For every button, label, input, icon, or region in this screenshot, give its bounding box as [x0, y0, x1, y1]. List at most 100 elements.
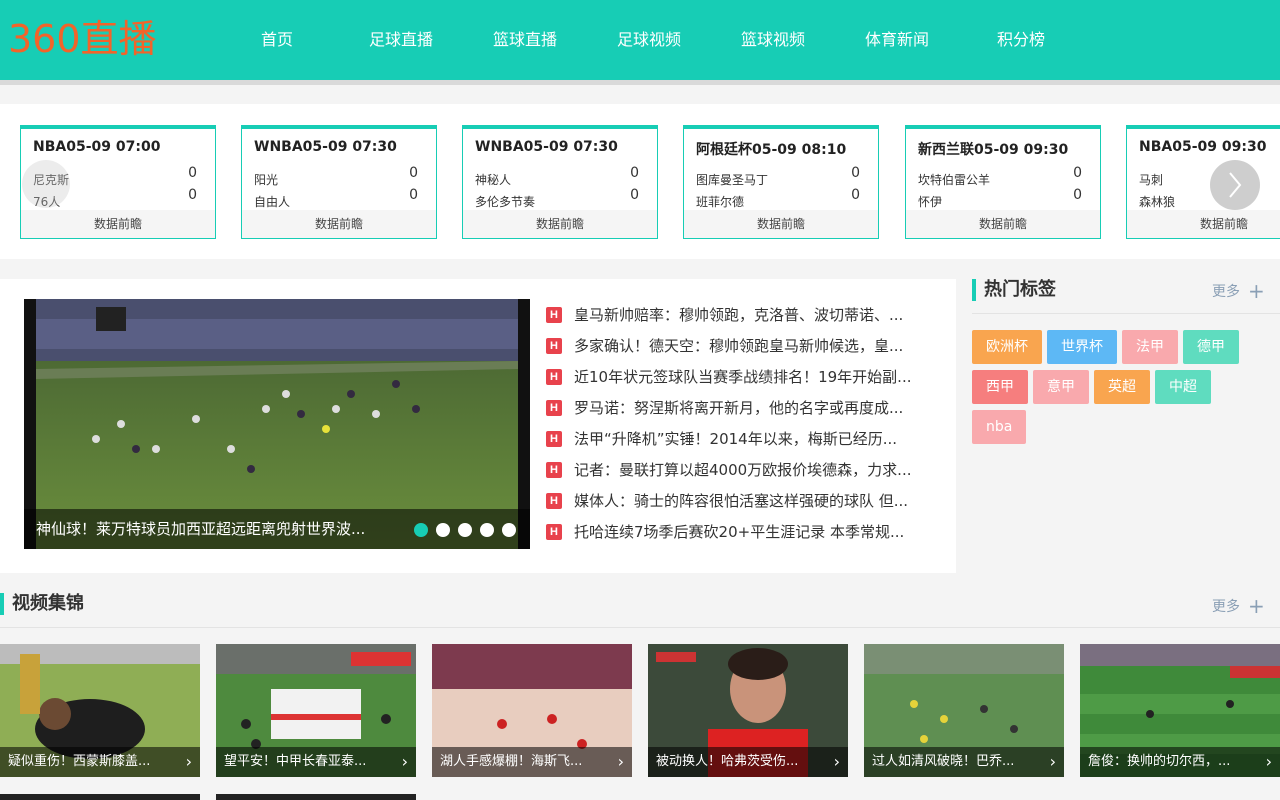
match-title: WNBA05-09 07:30	[475, 139, 618, 155]
news-item[interactable]: H 皇马新帅赔率：穆帅领跑，克洛普、波切蒂诺、...	[546, 299, 936, 330]
video-title[interactable]: 疑似重伤！西蒙斯膝盖...	[8, 747, 168, 777]
main-nav: 首页 足球直播 篮球直播 足球视频 篮球视频 体育新闻 积分榜	[215, 20, 1083, 60]
match-title: 阿根廷杯05-09 08:10	[696, 142, 847, 158]
video-title[interactable]: 过人如清风破晓！巴乔...	[872, 747, 1032, 777]
match-card[interactable]: WNBA05-09 07:30 神秘人 0 多伦多节奏 0 数据前瞻	[462, 125, 658, 239]
tag-nba[interactable]: nba	[972, 410, 1027, 444]
home-score: 0	[1073, 165, 1082, 181]
video-caption: 疑似重伤！西蒙斯膝盖... ›	[0, 747, 200, 777]
home-score: 0	[630, 165, 639, 181]
news-title[interactable]: 近10年状元签球队当赛季战绩排名！19年开始副...	[574, 366, 930, 387]
match-title: 新西兰联05-09 09:30	[918, 142, 1069, 158]
video-card[interactable]: 疑似重伤！西蒙斯膝盖... ›	[0, 644, 200, 777]
video-caption: 过人如清风破晓！巴乔... ›	[864, 747, 1064, 777]
tag-euro-cup[interactable]: 欧洲杯	[972, 330, 1042, 364]
nav-home[interactable]: 首页	[215, 20, 339, 60]
chevron-right-icon	[1229, 172, 1242, 198]
slider-dots	[414, 523, 516, 537]
video-card[interactable]: 詹俊：换帅的切尔西，... ›	[1080, 644, 1280, 777]
video-card[interactable]	[216, 794, 416, 800]
news-title[interactable]: 记者：曼联打算以超4000万欧报价埃德森，力求...	[574, 459, 930, 480]
away-score: 0	[188, 187, 197, 203]
hot-tags-title: 热门标签	[972, 279, 1056, 301]
news-title[interactable]: 罗马诺：努涅斯将离开新月，他的名字或再度成...	[574, 397, 930, 418]
video-card[interactable]: 湖人手感爆棚！海斯飞... ›	[432, 644, 632, 777]
plus-icon: +	[1248, 279, 1265, 303]
tag-serie-a[interactable]: 意甲	[1033, 370, 1089, 404]
data-preview-link[interactable]: 数据前瞻	[1127, 210, 1280, 238]
video-title[interactable]: 詹俊：换帅的切尔西，...	[1088, 747, 1248, 777]
next-arrow-button[interactable]	[1210, 160, 1260, 210]
video-title[interactable]: 被动换人！哈弗茨受伤...	[656, 747, 816, 777]
news-item[interactable]: H 记者：曼联打算以超4000万欧报价埃德森，力求...	[546, 454, 936, 485]
data-preview-link[interactable]: 数据前瞻	[463, 210, 657, 238]
more-label: 更多	[1212, 284, 1240, 300]
home-score: 0	[188, 165, 197, 181]
away-team: 怀伊	[918, 195, 943, 209]
home-team: 坎特伯雷公羊	[918, 173, 991, 187]
news-title[interactable]: 托哈连续7场季后赛砍20+平生涯记录 本季常规...	[574, 521, 930, 542]
video-title[interactable]: 湖人手感爆棚！海斯飞...	[440, 747, 600, 777]
nav-basketball-live[interactable]: 篮球直播	[463, 20, 587, 60]
news-item[interactable]: H 罗马诺：努涅斯将离开新月，他的名字或再度成...	[546, 392, 936, 423]
videos-more-link[interactable]: 更多 +	[1212, 596, 1265, 616]
divider	[0, 627, 1280, 628]
home-team: 神秘人	[475, 173, 512, 187]
news-item[interactable]: H 媒体人：骑士的阵容很怕活塞这样强硬的球队 但...	[546, 485, 936, 516]
news-item[interactable]: H 近10年状元签球队当赛季战绩排名！19年开始副...	[546, 361, 936, 392]
match-card[interactable]: 阿根廷杯05-09 08:10 图库曼圣马丁 0 班菲尔德 0 数据前瞻	[683, 125, 879, 239]
video-card[interactable]: 过人如清风破晓！巴乔... ›	[864, 644, 1064, 777]
prev-arrow-button[interactable]	[22, 160, 70, 208]
news-item[interactable]: H 法甲“升降机”实锤！2014年以来，梅斯已经历...	[546, 423, 936, 454]
match-card[interactable]: 新西兰联05-09 09:30 坎特伯雷公羊 0 怀伊 0 数据前瞻	[905, 125, 1101, 239]
match-title: NBA05-09 07:00	[33, 139, 161, 155]
match-title: WNBA05-09 07:30	[254, 139, 397, 155]
news-slider[interactable]: 神仙球！莱万特球员加西亚超远距离兜射世界波...	[24, 299, 530, 549]
hot-badge-icon: H	[546, 492, 562, 509]
slider-dot[interactable]	[414, 523, 428, 537]
video-card[interactable]: 被动换人！哈弗茨受伤... ›	[648, 644, 848, 777]
nav-basketball-video[interactable]: 篮球视频	[711, 20, 835, 60]
data-preview-link[interactable]: 数据前瞻	[21, 210, 215, 238]
tag-bundesliga[interactable]: 德甲	[1183, 330, 1239, 364]
news-item[interactable]: H 多家确认！德天空：穆帅领跑皇马新帅候选，皇...	[546, 330, 936, 361]
data-preview-link[interactable]: 数据前瞻	[242, 210, 436, 238]
home-team: 图库曼圣马丁	[696, 173, 769, 187]
data-preview-link[interactable]: 数据前瞻	[684, 210, 878, 238]
slider-dot[interactable]	[480, 523, 494, 537]
chevron-right-icon: ›	[1265, 752, 1272, 771]
hot-tags-more-link[interactable]: 更多 +	[1212, 281, 1265, 301]
nav-standings[interactable]: 积分榜	[959, 20, 1083, 60]
tag-ligue1[interactable]: 法甲	[1122, 330, 1178, 364]
video-card[interactable]	[0, 794, 200, 800]
match-card[interactable]: WNBA05-09 07:30 阳光 0 自由人 0 数据前瞻	[241, 125, 437, 239]
news-title[interactable]: 法甲“升降机”实锤！2014年以来，梅斯已经历...	[574, 428, 930, 449]
news-title[interactable]: 多家确认！德天空：穆帅领跑皇马新帅候选，皇...	[574, 335, 930, 356]
site-logo[interactable]: 360直播	[8, 14, 157, 64]
news-item[interactable]: H 托哈连续7场季后赛砍20+平生涯记录 本季常规...	[546, 516, 936, 547]
slider-dot[interactable]	[436, 523, 450, 537]
news-title[interactable]: 媒体人：骑士的阵容很怕活塞这样强硬的球队 但...	[574, 490, 930, 511]
hot-badge-icon: H	[546, 368, 562, 385]
nav-sports-news[interactable]: 体育新闻	[835, 20, 959, 60]
tag-csl[interactable]: 中超	[1155, 370, 1211, 404]
hot-badge-icon: H	[546, 306, 562, 323]
video-grid: 疑似重伤！西蒙斯膝盖... › 望平安！中甲长春亚泰... › 湖人手感爆棚！海斯飞…	[0, 644, 1280, 777]
video-card[interactable]: 望平安！中甲长春亚泰... ›	[216, 644, 416, 777]
data-preview-link[interactable]: 数据前瞻	[906, 210, 1100, 238]
nav-football-video[interactable]: 足球视频	[587, 20, 711, 60]
nav-football-live[interactable]: 足球直播	[339, 20, 463, 60]
top-header: 360直播 首页 足球直播 篮球直播 足球视频 篮球视频 体育新闻 积分榜	[0, 0, 1280, 80]
hot-badge-icon: H	[546, 430, 562, 447]
tag-world-cup[interactable]: 世界杯	[1047, 330, 1117, 364]
video-caption: 湖人手感爆棚！海斯飞... ›	[432, 747, 632, 777]
slider-dot[interactable]	[502, 523, 516, 537]
tag-premier-league[interactable]: 英超	[1094, 370, 1150, 404]
video-title[interactable]: 望平安！中甲长春亚泰...	[224, 747, 384, 777]
news-title[interactable]: 皇马新帅赔率：穆帅领跑，克洛普、波切蒂诺、...	[574, 304, 930, 325]
video-caption: 被动换人！哈弗茨受伤... ›	[648, 747, 848, 777]
slider-caption-text[interactable]: 神仙球！莱万特球员加西亚超远距离兜射世界波...	[36, 509, 396, 549]
slider-dot[interactable]	[458, 523, 472, 537]
header-divider	[0, 80, 1280, 85]
tag-laliga[interactable]: 西甲	[972, 370, 1028, 404]
